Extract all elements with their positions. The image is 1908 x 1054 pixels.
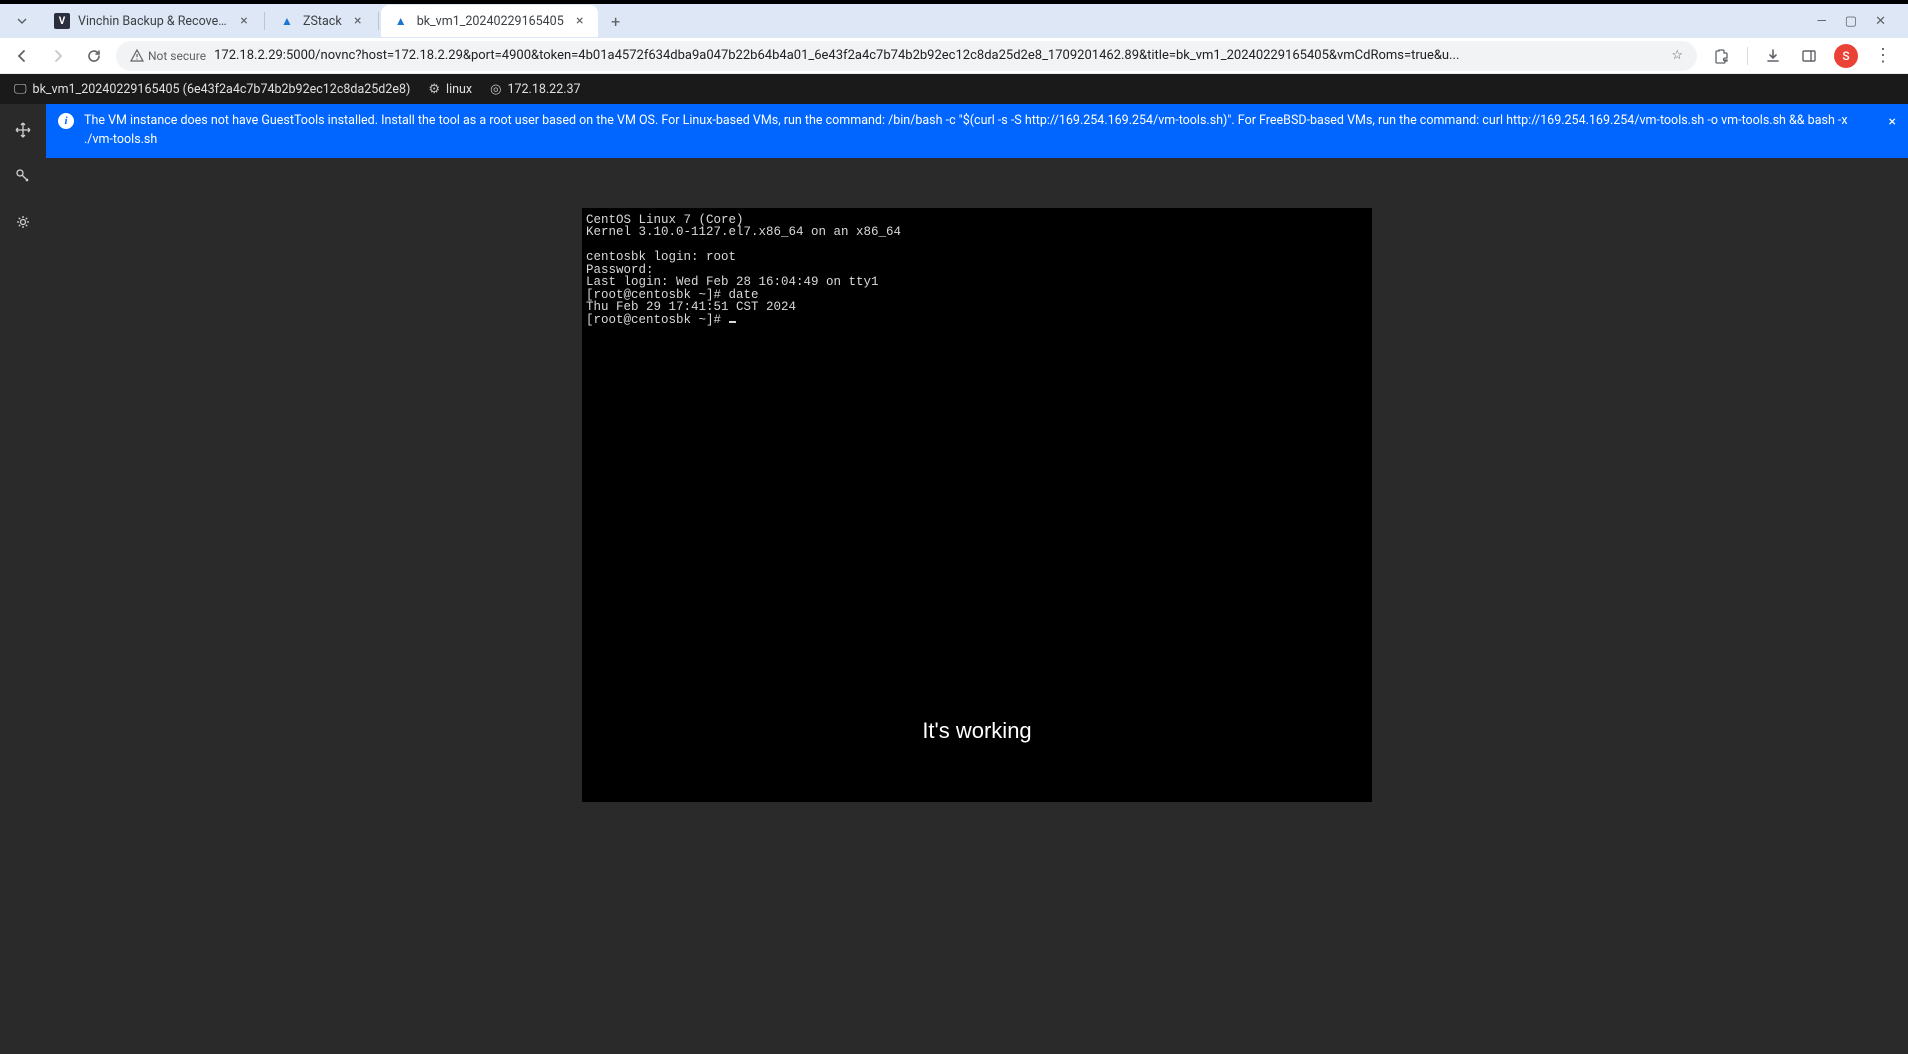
new-tab-button[interactable]: + <box>602 7 630 35</box>
move-tool[interactable] <box>9 116 37 144</box>
vm-label: bk_vm1_20240229165405 (6e43f2a4c7b74b2b9… <box>33 82 411 97</box>
browser-tabstrip: V Vinchin Backup & Recovery × ▲ ZStack ×… <box>0 4 1908 38</box>
avatar-letter: S <box>1842 49 1849 63</box>
tab-search-button[interactable] <box>8 7 36 35</box>
os-label: linux <box>446 82 472 97</box>
browser-toolbar: Not secure 172.18.2.29:5000/novnc?host=1… <box>0 38 1908 74</box>
key-icon <box>15 168 31 184</box>
settings-tool[interactable] <box>9 208 37 236</box>
tab-title: ZStack <box>303 14 342 29</box>
terminal-output: CentOS Linux 7 (Core) Kernel 3.10.0-1127… <box>586 213 901 327</box>
chevron-down-icon <box>16 15 28 27</box>
tab-title: bk_vm1_20240229165405 <box>417 14 564 29</box>
tab-vinchin[interactable]: V Vinchin Backup & Recovery × <box>42 5 262 37</box>
bookmark-button[interactable]: ☆ <box>1671 48 1683 63</box>
caption-overlay: It's working <box>922 720 1031 742</box>
toolbar-actions: S ⋮ <box>1705 44 1900 68</box>
main-area: i The VM instance does not have GuestToo… <box>0 104 1908 1054</box>
arrow-right-icon <box>50 48 66 64</box>
vm-name-item: 🖵 bk_vm1_20240229165405 (6e43f2a4c7b74b2… <box>14 82 410 97</box>
forward-button[interactable] <box>44 42 72 70</box>
guest-tools-banner: i The VM instance does not have GuestToo… <box>46 104 1908 158</box>
banner-close-button[interactable]: × <box>1889 112 1896 133</box>
back-button[interactable] <box>8 42 36 70</box>
profile-avatar[interactable]: S <box>1834 44 1858 68</box>
side-panel-button[interactable] <box>1798 45 1820 67</box>
reload-icon <box>86 48 102 64</box>
ip-item: ◎ 172.18.22.37 <box>490 82 580 97</box>
content-column: i The VM instance does not have GuestToo… <box>46 104 1908 1054</box>
favicon-icon: ▲ <box>279 13 295 29</box>
favicon-icon: ▲ <box>393 13 409 29</box>
vnc-canvas-container: CentOS Linux 7 (Core) Kernel 3.10.0-1127… <box>46 158 1908 1054</box>
puzzle-icon <box>1713 47 1731 65</box>
info-icon: i <box>58 113 74 129</box>
panel-icon <box>1800 47 1818 65</box>
url-text: 172.18.2.29:5000/novnc?host=172.18.2.29&… <box>214 48 1663 63</box>
linux-icon: ⚙ <box>428 82 440 97</box>
address-bar[interactable]: Not secure 172.18.2.29:5000/novnc?host=1… <box>116 41 1697 71</box>
close-window-button[interactable]: ✕ <box>1875 14 1886 29</box>
downloads-button[interactable] <box>1762 45 1784 67</box>
vnc-side-toolbar <box>0 104 46 1054</box>
globe-icon: ◎ <box>490 82 501 97</box>
os-item: ⚙ linux <box>428 82 472 97</box>
tab-separator <box>378 12 379 30</box>
download-icon <box>1764 47 1782 65</box>
vnc-status-bar: 🖵 bk_vm1_20240229165405 (6e43f2a4c7b74b2… <box>0 74 1908 104</box>
warning-icon <box>130 49 144 63</box>
keyboard-tool[interactable] <box>9 162 37 190</box>
tab-separator <box>264 12 265 30</box>
divider <box>1747 47 1748 65</box>
maximize-button[interactable]: ▢ <box>1845 14 1857 29</box>
tab-zstack[interactable]: ▲ ZStack × <box>267 5 376 37</box>
banner-message: The VM instance does not have GuestTools… <box>84 112 1872 150</box>
close-icon[interactable]: × <box>572 13 588 29</box>
favicon-icon: V <box>54 13 70 29</box>
reload-button[interactable] <box>80 42 108 70</box>
monitor-icon: 🖵 <box>14 82 27 97</box>
tab-title: Vinchin Backup & Recovery <box>78 14 228 29</box>
extensions-button[interactable] <box>1711 45 1733 67</box>
arrow-left-icon <box>14 48 30 64</box>
menu-button[interactable]: ⋮ <box>1872 45 1894 67</box>
minimize-button[interactable]: — <box>1817 14 1827 29</box>
close-icon[interactable]: × <box>236 13 252 29</box>
ip-label: 172.18.22.37 <box>507 82 580 97</box>
tab-bkvm1[interactable]: ▲ bk_vm1_20240229165405 × <box>381 5 598 37</box>
close-icon[interactable]: × <box>350 13 366 29</box>
security-indicator[interactable]: Not secure <box>130 49 206 63</box>
gear-icon <box>15 214 31 230</box>
move-icon <box>15 122 31 138</box>
cursor-icon <box>729 321 736 323</box>
security-label: Not secure <box>148 49 206 63</box>
window-controls: — ▢ ✕ <box>1817 14 1908 29</box>
vnc-terminal[interactable]: CentOS Linux 7 (Core) Kernel 3.10.0-1127… <box>582 208 1372 802</box>
